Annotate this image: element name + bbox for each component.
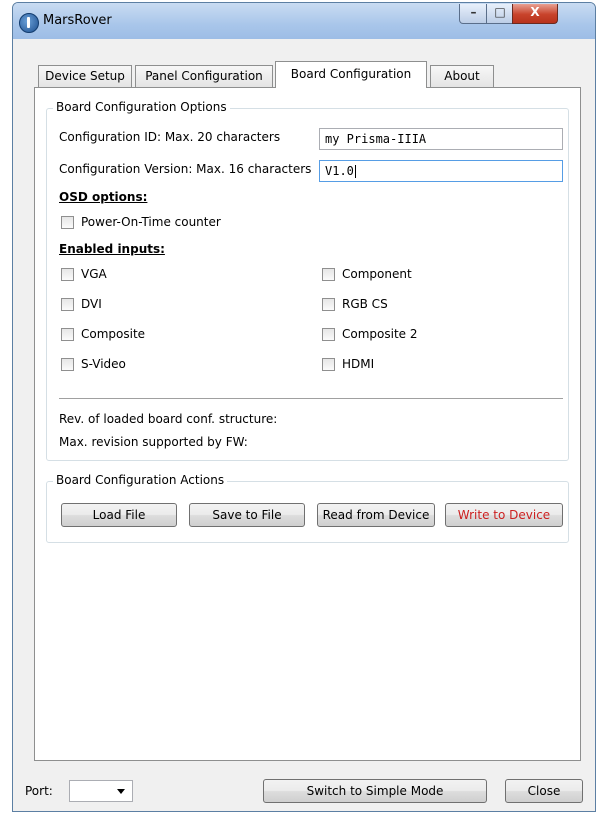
maximize-button[interactable]: □: [486, 4, 514, 24]
config-version-label: Configuration Version: Max. 16 character…: [59, 162, 312, 176]
board-configuration-options-group: Board Configuration Options Configuratio…: [46, 100, 569, 461]
main-window: MarsRover – □ X Device Setup Panel Confi…: [12, 2, 596, 812]
vga-checkbox[interactable]: [61, 268, 74, 281]
dvi-checkbox[interactable]: [61, 298, 74, 311]
hdmi-label: HDMI: [342, 357, 375, 371]
enabled-inputs-heading: Enabled inputs:: [59, 242, 165, 256]
component-label: Component: [342, 267, 412, 281]
app-icon: [19, 13, 39, 33]
options-group-title: Board Configuration Options: [53, 100, 230, 114]
component-checkbox[interactable]: [322, 268, 335, 281]
config-id-label: Configuration ID: Max. 20 characters: [59, 130, 281, 144]
tab-panel-configuration[interactable]: Panel Configuration: [135, 65, 273, 87]
board-configuration-actions-group: Board Configuration Actions Load File Sa…: [46, 473, 569, 543]
load-file-button[interactable]: Load File: [61, 503, 177, 527]
osd-options-heading: OSD options:: [59, 190, 148, 204]
config-id-field[interactable]: my Prisma-IIIA: [319, 128, 563, 150]
chevron-down-icon: [117, 789, 125, 794]
close-button[interactable]: Close: [505, 779, 583, 803]
config-version-field[interactable]: V1.0: [319, 160, 563, 182]
close-icon: X: [530, 5, 540, 19]
write-to-device-button[interactable]: Write to Device: [445, 503, 563, 527]
tab-device-setup[interactable]: Device Setup: [38, 65, 132, 87]
close-window-button[interactable]: X: [512, 4, 558, 24]
power-on-time-label: Power-On-Time counter: [81, 215, 221, 229]
power-on-time-checkbox[interactable]: [61, 216, 74, 229]
composite-2-label: Composite 2: [342, 327, 418, 341]
rgb-cs-checkbox[interactable]: [322, 298, 335, 311]
divider: [59, 398, 563, 399]
title-bar[interactable]: MarsRover – □ X: [13, 3, 595, 39]
board-configuration-panel: Board Configuration Options Configuratio…: [34, 87, 581, 761]
rev-loaded-label: Rev. of loaded board conf. structure:: [59, 412, 278, 426]
hdmi-checkbox[interactable]: [322, 358, 335, 371]
read-from-device-button[interactable]: Read from Device: [317, 503, 435, 527]
max-rev-label: Max. revision supported by FW:: [59, 435, 248, 449]
tab-about[interactable]: About: [430, 65, 494, 87]
composite-label: Composite: [81, 327, 146, 341]
tab-board-configuration[interactable]: Board Configuration: [275, 61, 427, 88]
s-video-label: S-Video: [81, 357, 126, 371]
save-to-file-button[interactable]: Save to File: [189, 503, 305, 527]
actions-group-title: Board Configuration Actions: [53, 473, 228, 487]
maximize-icon: □: [494, 5, 506, 19]
dvi-label: DVI: [81, 297, 102, 311]
composite-2-checkbox[interactable]: [322, 328, 335, 341]
switch-to-simple-mode-button[interactable]: Switch to Simple Mode: [263, 779, 487, 803]
vga-label: VGA: [81, 267, 107, 281]
rgb-cs-label: RGB CS: [342, 297, 388, 311]
port-label: Port:: [25, 784, 53, 798]
text-caret: [354, 165, 356, 178]
minimize-icon: –: [470, 5, 477, 19]
config-id-value: my Prisma-IIIA: [325, 132, 427, 146]
s-video-checkbox[interactable]: [61, 358, 74, 371]
window-title: MarsRover: [43, 13, 112, 28]
minimize-button[interactable]: –: [459, 4, 488, 24]
config-version-value: V1.0: [325, 164, 354, 178]
port-select[interactable]: [69, 780, 133, 802]
composite-checkbox[interactable]: [61, 328, 74, 341]
